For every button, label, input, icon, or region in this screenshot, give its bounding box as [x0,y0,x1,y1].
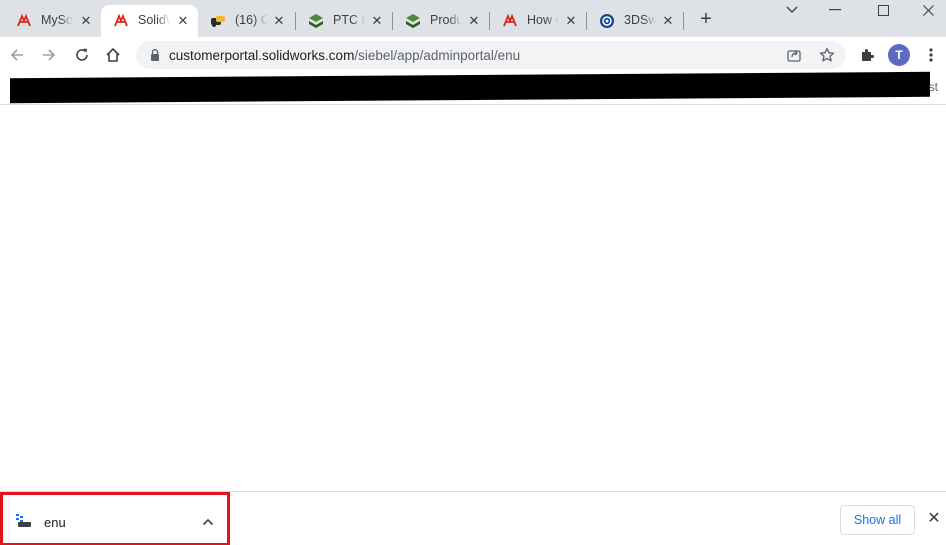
tab-close-icon[interactable]: ✕ [271,13,287,29]
tab-ptc-exchange[interactable]: PTC Ex ✕ [296,5,393,37]
tab-close-icon[interactable]: ✕ [466,13,482,29]
tab-forum[interactable]: (16) C ✕ [198,5,295,37]
tab-close-icon[interactable]: ✕ [369,13,385,29]
tab-strip: MySol ✕ SolidW ✕ (16) C ✕ PTC Ex ✕ Produ… [0,0,946,37]
show-all-button[interactable]: Show all [840,505,915,535]
ptc-logo-icon [405,13,421,29]
tab-title: 3DSwy [624,13,656,27]
file-icon [16,514,32,528]
tab-title: MySol [41,13,73,27]
extensions-puzzle-icon[interactable] [855,43,879,67]
download-file-name: enu [44,515,66,530]
download-shelf: enu Show all ✕ [0,491,946,545]
profile-avatar[interactable]: T [888,44,910,66]
tab-close-icon[interactable]: ✕ [175,13,191,29]
lock-icon[interactable] [148,48,162,62]
chevron-up-icon[interactable] [201,515,215,529]
reload-icon[interactable] [70,43,94,67]
close-download-shelf-icon[interactable]: ✕ [926,511,942,527]
tab-search-icon[interactable] [777,0,807,20]
tab-title: SolidW [138,13,170,27]
ptc-logo-icon [308,13,324,29]
tab-close-icon[interactable]: ✕ [78,13,94,29]
tab-ptc-product[interactable]: Produ ✕ [393,5,490,37]
tab-3dswym[interactable]: 3DSwy ✕ [587,5,684,37]
minimize-icon[interactable] [820,0,850,20]
window-close-icon[interactable] [913,0,943,20]
forward-arrow-icon[interactable] [37,43,61,67]
browser-toolbar: customerportal.solidworks.com/siebel/app… [0,37,946,73]
bookmark-tail-text[interactable]: st [929,80,938,94]
solidworks-logo-icon [502,13,518,29]
tab-close-icon[interactable]: ✕ [563,13,579,29]
tab-mysolidworks[interactable]: MySol ✕ [4,5,100,37]
new-tab-button[interactable]: + [696,9,716,29]
bookmark-star-icon[interactable] [819,47,835,63]
tab-title: PTC Ex [333,13,365,27]
3dswym-globe-icon [599,13,615,29]
tab-solidworks-active[interactable]: SolidW ✕ [101,5,198,37]
url-text[interactable]: customerportal.solidworks.com/siebel/app… [169,48,520,63]
solidworks-logo-icon [16,13,32,29]
page-content [0,106,946,491]
url-domain: customerportal.solidworks.com [169,48,355,63]
tab-title: Produ [430,13,462,27]
redaction-bar [10,71,930,104]
back-arrow-icon[interactable] [5,43,29,67]
home-icon[interactable] [101,43,125,67]
tab-solidworks-howto[interactable]: How c ✕ [490,5,587,37]
tab-title: (16) C [235,13,267,27]
tab-separator [683,12,684,30]
address-bar[interactable]: customerportal.solidworks.com/siebel/app… [136,41,846,69]
tab-title: How c [527,13,559,27]
tab-close-icon[interactable]: ✕ [660,13,676,29]
discussion-forum-icon [210,13,226,29]
share-icon[interactable] [786,47,802,63]
bookmarks-bar: st [0,71,946,105]
url-path: /siebel/app/adminportal/enu [354,48,521,63]
menu-kebab-icon[interactable] [919,43,943,67]
maximize-icon[interactable] [868,0,898,20]
download-item[interactable]: enu [0,492,230,545]
solidworks-logo-icon [113,13,129,29]
